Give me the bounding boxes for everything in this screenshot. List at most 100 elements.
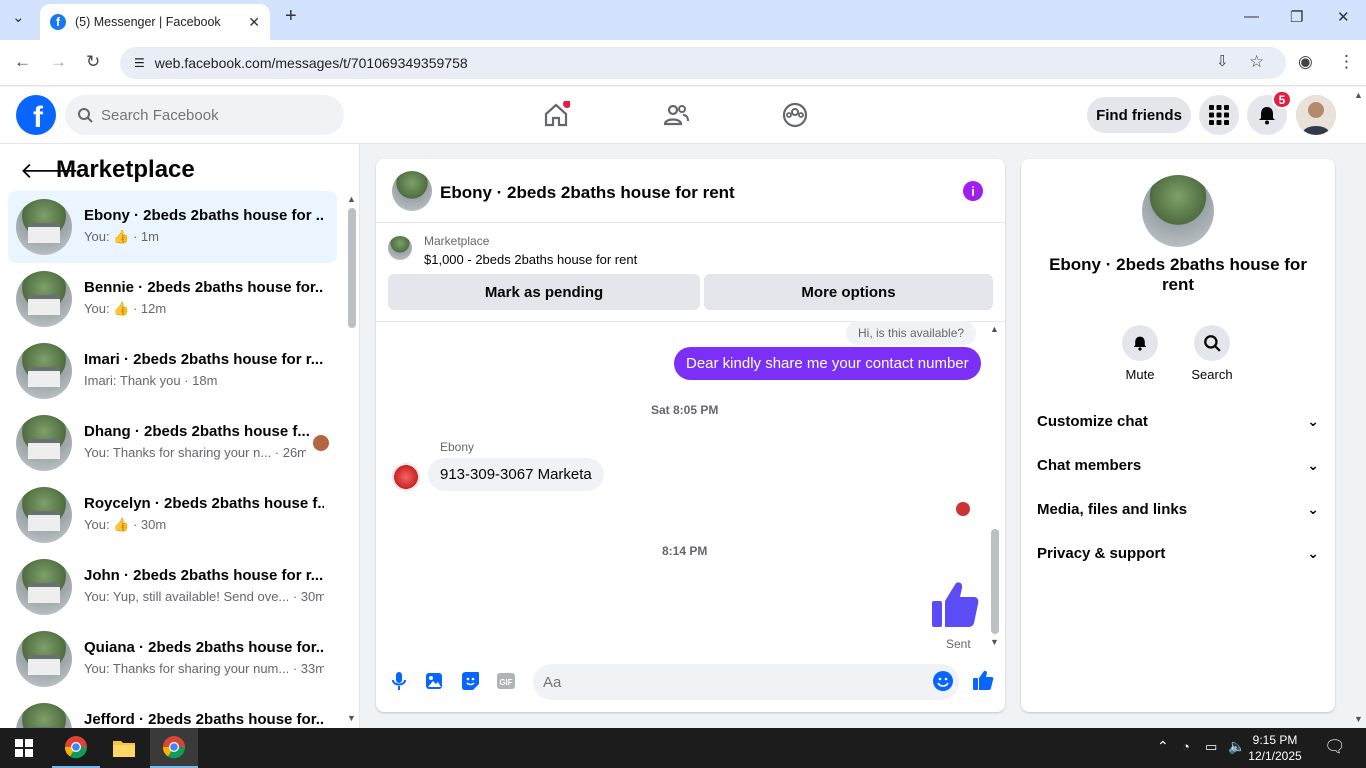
reload-icon[interactable]: ↻ — [86, 52, 100, 72]
seen-avatar — [313, 435, 329, 451]
photo-icon[interactable] — [423, 670, 445, 692]
tab-close-icon[interactable]: ✕ — [248, 14, 260, 31]
facebook-header: f Find friends — [0, 87, 1366, 144]
outgoing-message[interactable]: Dear kindly share me your contact number — [674, 347, 981, 380]
listing-price[interactable]: $1,000 - 2beds 2baths house for rent — [424, 252, 637, 267]
conversation-item[interactable]: Bennie · 2beds 2baths house for... You: … — [8, 263, 337, 335]
conversation-item[interactable]: John · 2beds 2baths house for r... You: … — [8, 551, 337, 623]
back-icon[interactable]: ← — [14, 52, 31, 72]
conversation-item[interactable]: Ebony · 2beds 2baths house for ... You: … — [8, 191, 337, 263]
account-avatar[interactable] — [1296, 95, 1336, 135]
facebook-search[interactable] — [65, 95, 344, 135]
browser-tab[interactable]: f (5) Messenger | Facebook ✕ — [40, 4, 270, 40]
show-hidden-icons-icon[interactable]: ⌃ — [1157, 738, 1169, 755]
chat-scrollbar[interactable] — [991, 529, 999, 634]
home-icon[interactable] — [542, 101, 570, 129]
chat-members-section[interactable]: Chat members ⌄ — [1037, 447, 1319, 483]
thumbs-up-sticker-icon[interactable] — [930, 579, 980, 629]
chrome-active-taskbar-icon[interactable] — [150, 728, 198, 768]
friends-icon[interactable] — [662, 101, 690, 129]
scroll-up-icon[interactable]: ▲ — [990, 324, 999, 334]
message-input-box[interactable] — [533, 664, 959, 700]
search-icon — [1194, 325, 1230, 361]
page-scroll-down-icon[interactable]: ▼ — [1354, 714, 1363, 724]
incoming-message[interactable]: 913-309-3067 Marketa — [428, 458, 604, 491]
listing-avatar — [16, 271, 72, 327]
scroll-down-icon[interactable]: ▼ — [347, 713, 356, 723]
page-scroll-up-icon[interactable]: ▲ — [1354, 90, 1363, 100]
groups-icon[interactable] — [781, 101, 809, 129]
find-friends-button[interactable]: Find friends — [1087, 97, 1191, 133]
conversation-item[interactable]: Jefford · 2beds 2baths house for... — [8, 695, 337, 728]
mark-as-pending-button[interactable]: Mark as pending — [388, 274, 700, 310]
chat-header: Ebony · 2beds 2baths house for rent i — [376, 159, 1005, 223]
sticker-icon[interactable] — [459, 670, 481, 692]
url-field[interactable]: ☰ web.facebook.com/messages/t/7010693493… — [120, 47, 1286, 79]
menu-grid-icon[interactable] — [1199, 95, 1239, 135]
conversation-preview: You: 👍 · 12m — [84, 301, 167, 316]
install-app-icon[interactable]: ⇩ — [1216, 52, 1229, 70]
chat-title[interactable]: Ebony · 2beds 2baths house for rent — [440, 183, 735, 203]
more-options-button[interactable]: More options — [704, 274, 993, 310]
media-files-links-section[interactable]: Media, files and links ⌄ — [1037, 491, 1319, 527]
search-conversation-button[interactable]: Search — [1182, 325, 1242, 382]
forward-icon[interactable]: → — [50, 52, 67, 72]
like-send-icon[interactable] — [972, 669, 994, 691]
scroll-down-icon[interactable]: ▼ — [990, 637, 999, 647]
conversation-preview: You: Yup, still available! Send ove... ·… — [84, 589, 324, 604]
search-label: Search — [1191, 367, 1233, 382]
restore-icon[interactable]: ❐ — [1290, 8, 1303, 26]
conversation-name: John · 2beds 2baths house for r... — [84, 567, 324, 584]
browser-menu-icon[interactable]: ⋮ — [1338, 52, 1355, 72]
conversation-item[interactable]: Imari · 2beds 2baths house for r... Imar… — [8, 335, 337, 407]
new-tab-icon[interactable]: + — [285, 5, 297, 28]
file-explorer-icon[interactable] — [100, 728, 148, 768]
sender-avatar[interactable] — [392, 463, 420, 491]
mute-label: Mute — [1125, 367, 1155, 382]
tab-title: (5) Messenger | Facebook — [75, 15, 221, 29]
conversation-item[interactable]: Roycelyn · 2beds 2baths house f... You: … — [8, 479, 337, 551]
system-clock[interactable]: 9:15 PM 12/1/2025 — [1240, 732, 1310, 764]
emoji-icon[interactable] — [932, 670, 954, 692]
address-bar: ← → ↻ ☰ web.facebook.com/messages/t/7010… — [0, 40, 1366, 86]
battery-icon[interactable]: ▭ — [1205, 739, 1217, 755]
mute-button[interactable]: Mute — [1110, 325, 1170, 382]
sender-name: Ebony — [440, 440, 475, 454]
marketplace-conversation-list: 🡐 Marketplace Ebony · 2beds 2baths house… — [0, 144, 360, 728]
privacy-support-section[interactable]: Privacy & support ⌄ — [1037, 535, 1319, 571]
notification-count-badge: 5 — [1272, 90, 1292, 109]
site-info-icon[interactable]: ☰ — [134, 56, 145, 70]
tab-list-icon[interactable]: ⌄ — [12, 8, 25, 26]
close-window-icon[interactable]: ✕ — [1337, 8, 1350, 26]
info-icon[interactable]: i — [963, 181, 983, 201]
facebook-logo-icon[interactable]: f — [16, 95, 56, 135]
customize-chat-section[interactable]: Customize chat ⌄ — [1037, 403, 1319, 439]
profile-icon[interactable]: ◉ — [1298, 52, 1313, 72]
bookmark-star-icon[interactable]: ☆ — [1249, 52, 1264, 72]
timestamp: Sat 8:05 PM — [651, 403, 719, 417]
url-text: web.facebook.com/messages/t/701069349359… — [154, 55, 468, 71]
search-input[interactable] — [101, 106, 321, 124]
chevron-down-icon: ⌄ — [1307, 412, 1319, 429]
windows-start-icon[interactable] — [0, 728, 48, 768]
profile-avatar[interactable] — [1142, 175, 1214, 247]
browser-tab-bar: ⌄ f (5) Messenger | Facebook ✕ + — ❐ ✕ — [0, 0, 1366, 40]
conversation-item[interactable]: Dhang · 2beds 2baths house f... You: Tha… — [8, 407, 337, 479]
chrome-taskbar-icon[interactable] — [52, 728, 100, 768]
scroll-up-icon[interactable]: ▲ — [347, 194, 356, 204]
gif-icon[interactable]: GIF — [495, 670, 517, 692]
conversation-item[interactable]: Quiana · 2beds 2baths house for... You: … — [8, 623, 337, 695]
notification-center-icon[interactable]: 🗨 — [1324, 737, 1346, 757]
conversation-name: Dhang · 2beds 2baths house f... — [84, 423, 310, 440]
network-icon[interactable]: ◔ — [1182, 739, 1190, 754]
message-bubble-partial[interactable]: Hi, is this available? — [846, 321, 977, 345]
listing-thumbnail[interactable] — [388, 236, 412, 260]
clock-date: 12/1/2025 — [1248, 749, 1302, 763]
list-scrollbar[interactable] — [348, 208, 356, 328]
conversation-name: Quiana · 2beds 2baths house for... — [84, 639, 324, 656]
chat-avatar[interactable] — [392, 171, 432, 211]
minimize-icon[interactable]: — — [1244, 8, 1259, 25]
conversation-preview: You: Thanks for sharing your n... · 26m — [84, 445, 306, 460]
microphone-icon[interactable] — [388, 670, 410, 692]
message-input[interactable] — [543, 673, 903, 691]
